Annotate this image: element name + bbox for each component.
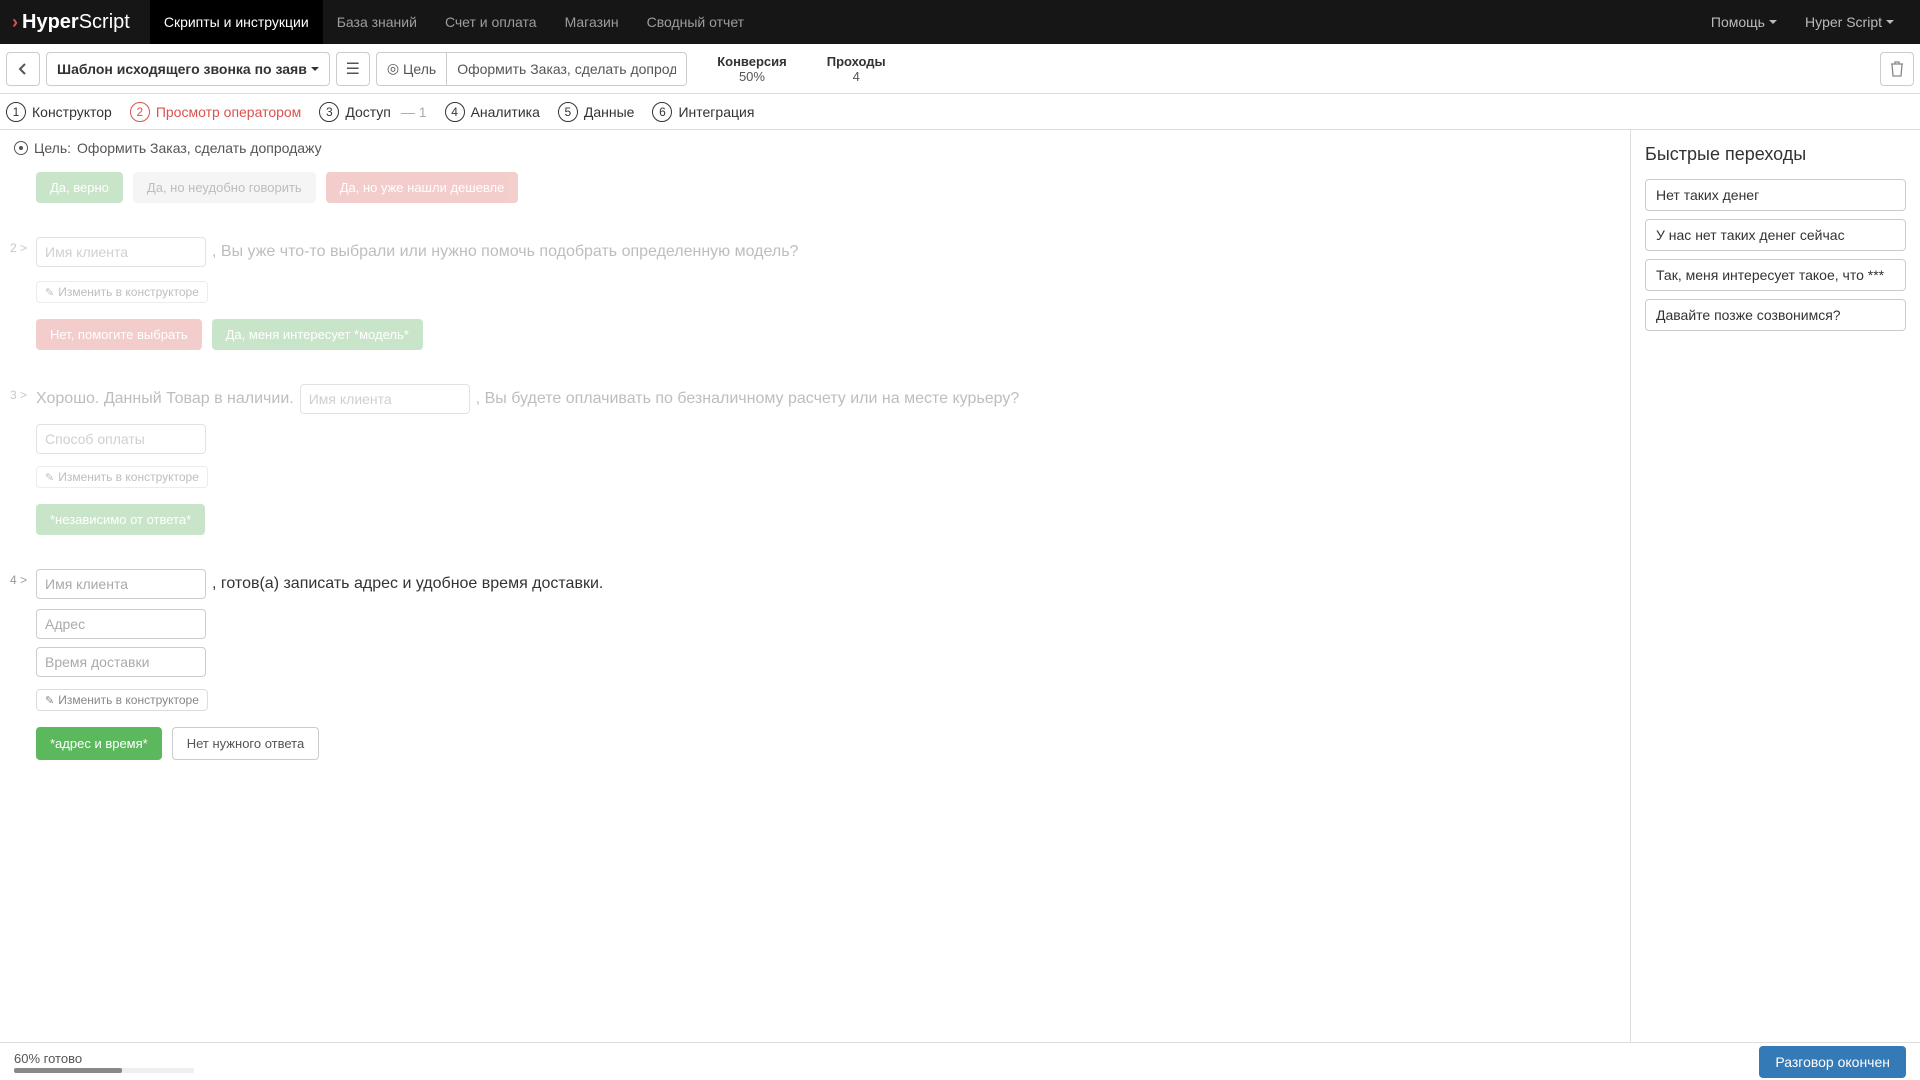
nav-items: Скрипты и инструкции База знаний Счет и …: [150, 0, 758, 44]
step-2-num: 2 >: [10, 241, 27, 255]
goal-bullet-icon: [14, 141, 28, 155]
edit-in-constructor[interactable]: ✎Изменить в конструкторе: [36, 281, 208, 303]
answer-regardless[interactable]: *независимо от ответа*: [36, 504, 205, 535]
answer-no-match[interactable]: Нет нужного ответа: [172, 727, 319, 760]
delivery-time-input[interactable]: [36, 647, 206, 677]
quick-jump-0[interactable]: Нет таких денег: [1645, 179, 1906, 211]
trash-icon: [1890, 61, 1904, 77]
pencil-icon: ✎: [45, 286, 54, 299]
step-3-text-after: , Вы будете оплачивать по безналичному р…: [476, 390, 1020, 408]
progress-fill: [14, 1068, 122, 1073]
main: Цель: Оформить Заказ, сделать допродажу …: [0, 130, 1920, 1042]
step-3-line: Хорошо. Данный Товар в наличии. , Вы буд…: [36, 384, 1616, 414]
sidebar-title: Быстрые переходы: [1645, 144, 1906, 165]
menu-button[interactable]: ☰: [336, 52, 370, 86]
nav-scripts[interactable]: Скрипты и инструкции: [150, 0, 323, 44]
goal-text: Оформить Заказ, сделать допродажу: [77, 140, 322, 156]
edit-in-constructor-2[interactable]: ✎Изменить в конструкторе: [36, 466, 208, 488]
step-2-text: , Вы уже что-то выбрали или нужно помочь…: [212, 243, 798, 261]
step-4-num: 4 >: [10, 573, 27, 587]
goal-label: Цель: [403, 61, 436, 77]
chevron-left-icon: [18, 62, 28, 76]
stat-passes: Проходы 4: [827, 54, 886, 84]
step-3-answers: *независимо от ответа*: [36, 504, 1616, 535]
progress: 60% готово: [14, 1051, 1759, 1073]
step-2: 2 > , Вы уже что-то выбрали или нужно по…: [14, 237, 1616, 350]
stat-conversion-value: 50%: [717, 69, 787, 84]
step-1-answers: Да, верно Да, но неудобно говорить Да, н…: [36, 172, 1616, 203]
progress-text: 60% готово: [14, 1051, 1759, 1066]
stat-conversion: Конверсия 50%: [717, 54, 787, 84]
step-3: 3 > Хорошо. Данный Товар в наличии. , Вы…: [14, 384, 1616, 535]
quick-jump-3[interactable]: Давайте позже созвонимся?: [1645, 299, 1906, 331]
goal-prefix: ◎ Цель: [376, 52, 447, 86]
answer-interested-model[interactable]: Да, меня интересует *модель*: [212, 319, 423, 350]
pencil-icon: ✎: [45, 694, 54, 707]
t:tab-access[interactable]: 3Доступ— 1: [319, 102, 426, 122]
client-name-input-3[interactable]: [36, 569, 206, 599]
stat-passes-label: Проходы: [827, 54, 886, 69]
step-3-text-before: Хорошо. Данный Товар в наличии.: [36, 390, 294, 408]
progress-bar: [14, 1068, 194, 1073]
step-4-answers: *адрес и время* Нет нужного ответа: [36, 727, 1616, 760]
tabs: 1Конструктор 2Просмотр оператором 3Досту…: [0, 94, 1920, 130]
sidebar: Быстрые переходы Нет таких денег У нас н…: [1630, 130, 1920, 1042]
step-3-num: 3 >: [10, 388, 27, 402]
nav-help[interactable]: Помощь: [1697, 0, 1791, 44]
tab-constructor[interactable]: 1Конструктор: [6, 102, 112, 122]
toolbar: Шаблон исходящего звонка по заяв ☰ ◎ Цел…: [0, 44, 1920, 94]
goal-input[interactable]: [447, 52, 687, 86]
quick-jump-2[interactable]: Так, меня интересует такое, что ***: [1645, 259, 1906, 291]
logo-text-bold: Hyper: [22, 11, 79, 34]
answer-address-time[interactable]: *адрес и время*: [36, 727, 162, 760]
footer: 60% готово Разговор окончен: [0, 1042, 1920, 1080]
step-2-answers: Нет, помогите выбрать Да, меня интересуе…: [36, 319, 1616, 350]
answer-inconvenient[interactable]: Да, но неудобно говорить: [133, 172, 316, 203]
target-icon: ◎: [387, 60, 399, 77]
client-name-input[interactable]: [36, 237, 206, 267]
answer-yes-correct[interactable]: Да, верно: [36, 172, 123, 203]
goal-line: Цель: Оформить Заказ, сделать допродажу: [14, 140, 1616, 156]
address-input[interactable]: [36, 609, 206, 639]
edit-in-constructor-3[interactable]: ✎Изменить в конструкторе: [36, 689, 208, 711]
client-name-input-2[interactable]: [300, 384, 470, 414]
logo-text-light: Script: [79, 11, 130, 34]
goal-prefix-text: Цель:: [34, 140, 71, 156]
delete-button[interactable]: [1880, 52, 1914, 86]
content: Цель: Оформить Заказ, сделать допродажу …: [0, 130, 1630, 1042]
payment-method-input[interactable]: [36, 424, 206, 454]
quick-jump-1[interactable]: У нас нет таких денег сейчас: [1645, 219, 1906, 251]
tab-data[interactable]: 5Данные: [558, 102, 635, 122]
nav-user[interactable]: Hyper Script: [1791, 0, 1908, 44]
stat-passes-value: 4: [827, 69, 886, 84]
tab-integration[interactable]: 6Интеграция: [652, 102, 754, 122]
stat-conversion-label: Конверсия: [717, 54, 787, 69]
step-4-line: , готов(а) записать адрес и удобное врем…: [36, 569, 1616, 599]
pencil-icon: ✎: [45, 471, 54, 484]
nav-knowledge[interactable]: База знаний: [323, 0, 431, 44]
tab-analytics[interactable]: 4Аналитика: [445, 102, 540, 122]
step-4-text: , готов(а) записать адрес и удобное врем…: [212, 575, 603, 593]
answer-found-cheaper[interactable]: Да, но уже нашли дешевле: [326, 172, 519, 203]
answer-help-choose[interactable]: Нет, помогите выбрать: [36, 319, 202, 350]
nav-billing[interactable]: Счет и оплата: [431, 0, 551, 44]
nav-report[interactable]: Сводный отчет: [633, 0, 758, 44]
logo[interactable]: › HyperScript: [12, 11, 130, 34]
template-dropdown[interactable]: Шаблон исходящего звонка по заяв: [46, 52, 330, 86]
step-1: Да, верно Да, но неудобно говорить Да, н…: [14, 172, 1616, 203]
nav-right: Помощь Hyper Script: [1697, 0, 1908, 44]
top-nav: › HyperScript Скрипты и инструкции База …: [0, 0, 1920, 44]
back-button[interactable]: [6, 52, 40, 86]
toolbar-stats: Конверсия 50% Проходы 4: [717, 54, 885, 84]
tab-operator-view[interactable]: 2Просмотр оператором: [130, 102, 301, 122]
finish-call-button[interactable]: Разговор окончен: [1759, 1046, 1906, 1078]
step-2-line: , Вы уже что-то выбрали или нужно помочь…: [36, 237, 1616, 267]
nav-shop[interactable]: Магазин: [551, 0, 633, 44]
step-4: 4 > , готов(а) записать адрес и удобное …: [14, 569, 1616, 760]
logo-chevron-icon: ›: [12, 12, 18, 33]
